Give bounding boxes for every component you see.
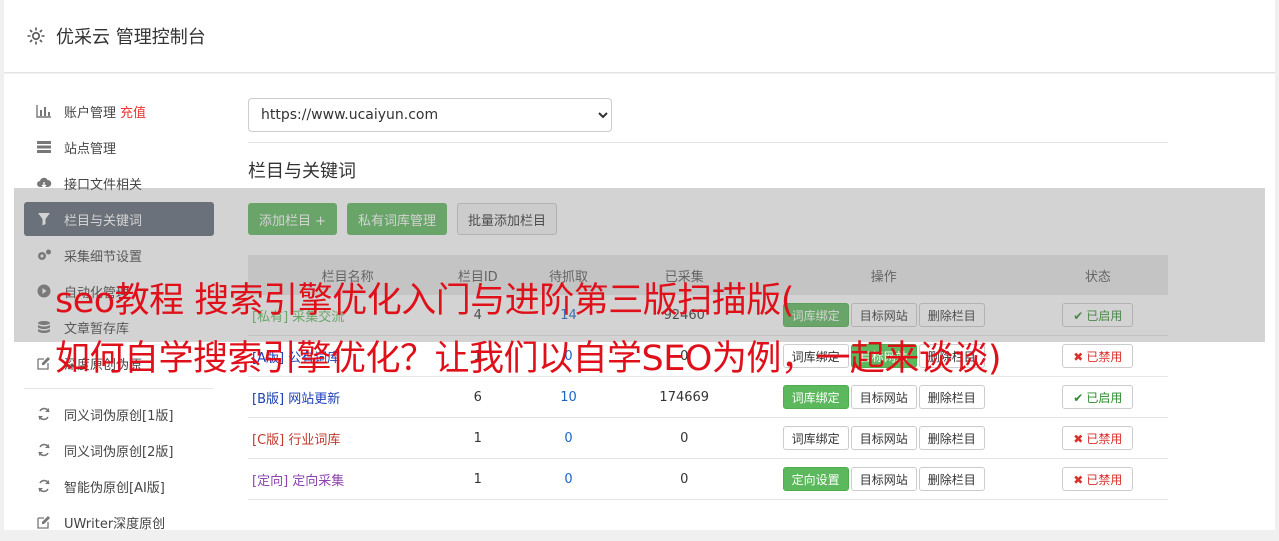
sidebar-item-label: 站点管理 bbox=[64, 141, 117, 157]
table-row: [C版] 行业词库 1 0 0 词库绑定 目标网站 删除栏目 ✖ 已禁用 bbox=[248, 417, 1168, 459]
column-name-cell: [B版] 网站更新 bbox=[248, 376, 448, 418]
close-icon: ✖ bbox=[1073, 472, 1084, 487]
sidebar-item-label: 同义词伪原创[2版] bbox=[64, 444, 174, 460]
bind-lexicon-button[interactable]: 词库绑定 bbox=[782, 385, 849, 409]
column-name-link[interactable]: [B版] 网站更新 bbox=[252, 392, 340, 407]
status-label: 已启用 bbox=[1086, 390, 1123, 405]
site-select[interactable]: https://www.ucaiyun.com bbox=[248, 98, 612, 132]
sidebar-item-b-1[interactable]: 同义词伪原创[2版] bbox=[24, 433, 214, 467]
gear-icon bbox=[27, 27, 45, 45]
status-toggle-button[interactable]: ✔ 已启用 bbox=[1062, 385, 1134, 409]
column-name-link[interactable]: [定向] 定向采集 bbox=[252, 474, 344, 489]
pending-count-cell[interactable]: 10 bbox=[508, 376, 629, 418]
sidebar-item-a-0[interactable]: 账户管理 充值 bbox=[24, 94, 214, 128]
server-icon bbox=[36, 139, 52, 155]
sidebar-item-b-2[interactable]: 智能伪原创[AI版] bbox=[24, 469, 214, 503]
table-row: [B版] 网站更新 6 10 174669 词库绑定 目标网站 删除栏目 ✔ 已启用 bbox=[248, 376, 1168, 418]
bind-lexicon-button[interactable]: 定向设置 bbox=[782, 467, 849, 491]
column-id-cell: 1 bbox=[447, 458, 509, 500]
status-label: 已禁用 bbox=[1086, 431, 1123, 446]
sidebar-divider bbox=[24, 388, 214, 389]
status-label: 已禁用 bbox=[1086, 472, 1123, 487]
target-site-button[interactable]: 目标网站 bbox=[850, 467, 917, 491]
top-bar: 优采云 管理控制台 bbox=[4, 0, 1275, 73]
column-name-cell: [C版] 行业词库 bbox=[248, 417, 448, 459]
edit-icon bbox=[36, 355, 52, 371]
status-cell: ✖ 已禁用 bbox=[1027, 458, 1168, 500]
section-title: 栏目与关键词 bbox=[248, 161, 356, 182]
bar-chart-icon bbox=[36, 103, 52, 119]
status-toggle-button[interactable]: ✖ 已禁用 bbox=[1062, 467, 1134, 491]
refresh-icon bbox=[36, 406, 52, 422]
operations-cell: 定向设置 目标网站 删除栏目 bbox=[739, 458, 1028, 500]
sidebar-item-b-0[interactable]: 同义词伪原创[1版] bbox=[24, 397, 214, 431]
sidebar-item-label: 智能伪原创[AI版] bbox=[64, 480, 165, 496]
collected-count-cell: 0 bbox=[628, 417, 740, 459]
overlay-headline-1: seo教程 搜索引擎优化入门与进阶第三版扫描版( bbox=[55, 281, 794, 321]
sidebar-item-label: UWriter深度原创 bbox=[64, 516, 166, 532]
pending-count-cell[interactable]: 0 bbox=[508, 458, 629, 500]
console-title: 优采云 管理控制台 bbox=[56, 27, 206, 48]
operations-cell: 词库绑定 目标网站 删除栏目 bbox=[739, 417, 1028, 459]
table-row: [定向] 定向采集 1 0 0 定向设置 目标网站 删除栏目 ✖ 已禁用 bbox=[248, 458, 1168, 500]
edit-icon bbox=[36, 514, 52, 530]
pending-count-cell[interactable]: 0 bbox=[508, 417, 629, 459]
sidebar-item-label: 同义词伪原创[1版] bbox=[64, 408, 174, 424]
close-icon: ✖ bbox=[1073, 431, 1084, 446]
delete-column-button[interactable]: 删除栏目 bbox=[918, 385, 985, 409]
target-site-button[interactable]: 目标网站 bbox=[850, 426, 917, 450]
refresh-icon bbox=[36, 442, 52, 458]
status-cell: ✖ 已禁用 bbox=[1027, 417, 1168, 459]
collected-count-cell: 0 bbox=[628, 458, 740, 500]
status-cell: ✔ 已启用 bbox=[1027, 376, 1168, 418]
refresh-icon bbox=[36, 478, 52, 494]
delete-column-button[interactable]: 删除栏目 bbox=[918, 467, 985, 491]
sidebar-item-label: 账户管理 bbox=[64, 105, 117, 121]
target-site-button[interactable]: 目标网站 bbox=[850, 385, 917, 409]
column-name-cell: [定向] 定向采集 bbox=[248, 458, 448, 500]
close-icon: ✖ bbox=[1073, 349, 1084, 364]
sidebar-item-a-1[interactable]: 站点管理 bbox=[24, 130, 214, 164]
status-label: 已禁用 bbox=[1086, 349, 1123, 364]
bind-lexicon-button[interactable]: 词库绑定 bbox=[782, 426, 849, 450]
overlay-headline-2: 如何自学搜索引擎优化？让我们以自学SEO为例，一起来谈谈) bbox=[55, 339, 1002, 379]
delete-column-button[interactable]: 删除栏目 bbox=[918, 426, 985, 450]
status-toggle-button[interactable]: ✖ 已禁用 bbox=[1062, 344, 1134, 368]
check-icon: ✔ bbox=[1073, 390, 1084, 405]
recharge-link[interactable]: 充值 bbox=[120, 102, 146, 121]
operations-cell: 词库绑定 目标网站 删除栏目 bbox=[739, 376, 1028, 418]
column-id-cell: 1 bbox=[447, 417, 509, 459]
status-toggle-button[interactable]: ✖ 已禁用 bbox=[1062, 426, 1134, 450]
collected-count-cell: 174669 bbox=[628, 376, 740, 418]
column-id-cell: 6 bbox=[447, 376, 509, 418]
divider bbox=[248, 142, 1168, 143]
column-name-link[interactable]: [C版] 行业词库 bbox=[252, 433, 340, 448]
sidebar-item-b-3[interactable]: UWriter深度原创 bbox=[24, 505, 214, 539]
